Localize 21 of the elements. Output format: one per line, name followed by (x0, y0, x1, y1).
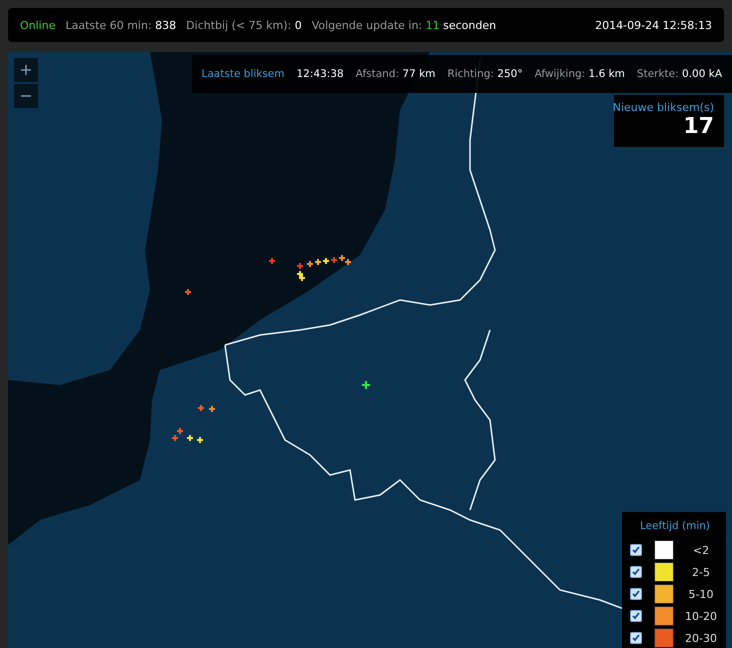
new-strikes-count: 17 (683, 114, 714, 140)
zoom-out-button[interactable]: − (14, 84, 38, 108)
counter-text: Dichtbij (< 75 km): 0 (186, 18, 302, 32)
update-countdown: Volgende update in: 11 seconden (312, 18, 496, 32)
legend-label: 2-5 (691, 566, 711, 578)
strike-detail: Richting: 250° (447, 68, 523, 80)
last-strike-title: Laatste bliksem (202, 68, 284, 80)
legend-title: Leeftijd (min) (638, 520, 712, 532)
strike-detail: Afstand: 77 km (356, 68, 436, 80)
strike-detail: Sterkte: 0.00 kA (636, 68, 722, 80)
date-time: 2014-09-24 12:58:13 (595, 18, 712, 32)
new-strikes-label: Nieuwe bliksem(s) (612, 101, 714, 114)
zoom-in-button[interactable]: + (14, 58, 38, 82)
strike-detail: Afwijking: 1.6 km (534, 68, 625, 80)
legend-label: 10-20 (684, 610, 718, 622)
legend-label: 5-10 (688, 588, 714, 600)
counter-text: Laatste 60 min: 838 (65, 18, 176, 32)
legend-label: <2 (692, 544, 710, 556)
last-strike-time: 12:43:38 (296, 68, 344, 80)
connection-status: Online (20, 18, 56, 32)
legend-label: 20-30 (684, 632, 718, 644)
